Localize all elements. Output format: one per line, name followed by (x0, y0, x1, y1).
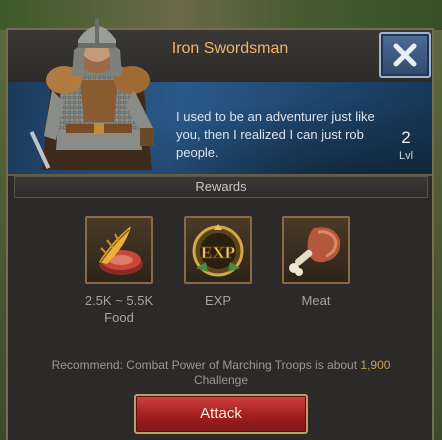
reward-item-food[interactable] (85, 216, 153, 284)
attack-button[interactable]: Attack (134, 394, 308, 434)
enemy-level-value: 2 (401, 128, 411, 147)
iron-swordsman-portrait (29, 18, 154, 170)
recommend-prefix: Recommend: Combat Power of Marching Troo… (51, 358, 361, 372)
reward-food-amount: 2.5K ~ 5.5K (84, 293, 154, 308)
dialog-title: Iron Swordsman (171, 40, 289, 57)
recommend-text: Recommend: Combat Power of Marching Troo… (20, 358, 422, 388)
recommend-power-value: 1,900 (360, 358, 391, 372)
meat-icon (289, 227, 341, 276)
svg-text:EXP: EXP (201, 243, 235, 262)
food-icon (99, 226, 143, 275)
close-x-icon (393, 43, 417, 67)
reward-item-exp[interactable]: EXP (184, 216, 252, 284)
recommend-challenge: Challenge (193, 373, 249, 387)
game-background-right (434, 30, 442, 440)
rewards-title: Rewards (195, 179, 247, 194)
enemy-description: I used to be an adventurer just like you… (176, 109, 375, 160)
exp-icon: EXP (192, 224, 244, 277)
reward-exp-label: EXP (204, 293, 231, 308)
reward-food-label: Food (104, 310, 134, 325)
reward-meat-label: Meat (301, 293, 331, 308)
close-button[interactable] (379, 32, 431, 78)
reward-item-meat[interactable] (282, 216, 350, 284)
enemy-level-label: Lvl (398, 150, 414, 162)
